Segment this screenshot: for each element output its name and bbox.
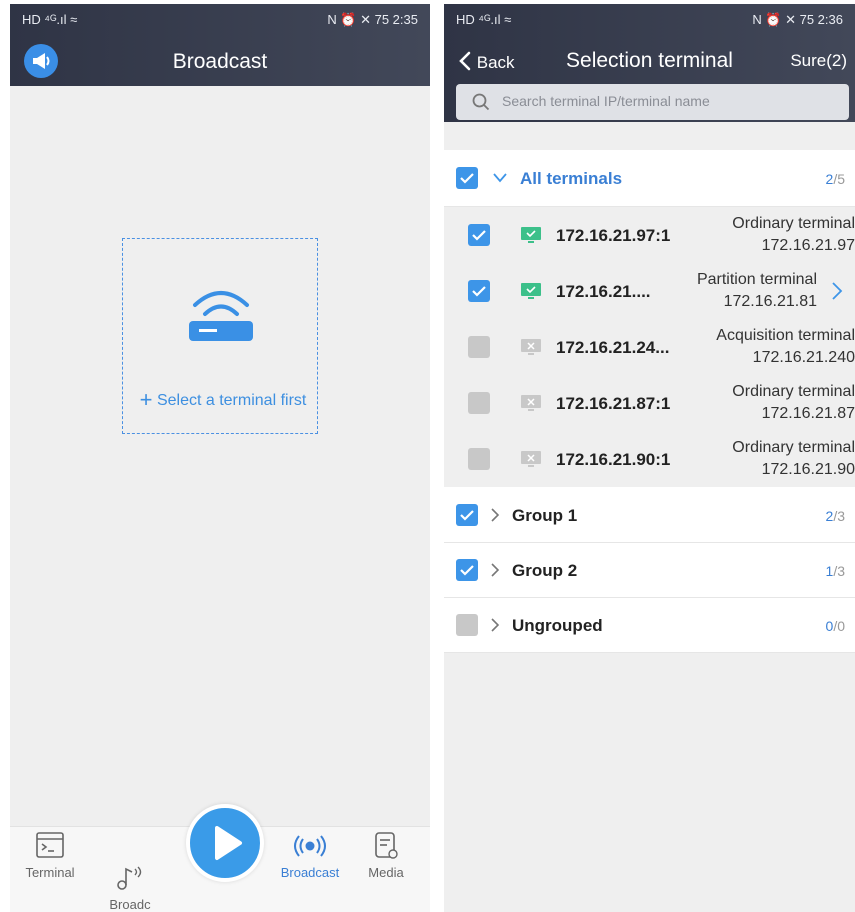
search-icon [472,93,490,111]
selection-terminal-screen: HD ⁴ᴳ.ıl ≈ N ⏰ ✕ 75 2:36 Back Selection … [444,4,855,912]
monitor-offline-icon [521,339,541,355]
terminal-type: Ordinary terminal 172.16.21.87 [732,383,855,422]
group-count: 0/0 [825,618,845,634]
terminal-row[interactable]: 172.16.21.... Partition terminal 172.16.… [444,263,855,319]
terminal-ip: 172.16.21.... [556,282,651,301]
terminal-ip: 172.16.21.97:1 [556,226,671,245]
check-icon [460,173,474,184]
chevron-right-icon [491,618,500,632]
chevron-right-icon[interactable] [831,281,843,301]
broadcast-screen: HD ⁴ᴳ.ıl ≈ N ⏰ ✕ 75 2:35 Broadcast + Sel… [10,4,430,912]
chevron-right-icon [491,563,500,577]
search-placeholder: Search terminal IP/terminal name [502,93,710,109]
checkbox-checked[interactable] [456,167,478,189]
terminal-type: Acquisition terminal 172.16.21.240 [716,327,855,366]
monitor-offline-icon [521,395,541,411]
monitor-online-icon [521,283,541,299]
terminal-row[interactable]: 172.16.21.24... Acquisition terminal 172… [444,319,855,375]
header: HD ⁴ᴳ.ıl ≈ N ⏰ ✕ 75 2:35 Broadcast [10,4,430,86]
nav-broadcast[interactable]: Broadcast [278,831,342,881]
check-icon [460,510,474,521]
checkbox-unchecked[interactable] [468,392,490,414]
terminal-type: Ordinary terminal 172.16.21.90 [732,439,855,478]
checkbox-unchecked[interactable] [456,614,478,636]
group-row[interactable]: Group 1 2/3 [444,488,855,543]
play-icon [215,826,242,860]
terminal-ip: 172.16.21.90:1 [556,450,671,469]
terminal-type: Partition terminal 172.16.21.81 [696,271,817,310]
search-input[interactable]: Search terminal IP/terminal name [456,84,849,120]
terminal-ip: 172.16.21.87:1 [556,394,671,413]
nav-terminal[interactable]: Terminal [20,831,80,881]
group-name: Ungrouped [512,616,603,635]
router-icon [189,291,253,341]
monitor-online-icon [521,227,541,243]
media-icon [375,832,398,859]
plus-icon: + [139,387,153,412]
checkbox-checked[interactable] [456,504,478,526]
group-name: Group 2 [512,561,578,580]
terminal-type: Ordinary terminal 172.16.21.97 [732,215,855,254]
chevron-down-icon [493,173,507,183]
page-title: Broadcast [172,50,268,73]
select-terminal-box[interactable]: + Select a terminal first [122,238,318,434]
group-row[interactable]: Group 2 1/3 [444,543,855,598]
check-icon [460,565,474,576]
group-row[interactable]: Ungrouped 0/0 [444,598,855,653]
broadcast-icon [294,835,326,857]
checkbox-checked[interactable] [468,224,490,246]
status-bar: HD ⁴ᴳ.ıl ≈ N ⏰ ✕ 75 2:35 [22,12,418,28]
terminal-row[interactable]: 172.16.21.97:1 Ordinary terminal 172.16.… [444,207,855,263]
terminal-row[interactable]: 172.16.21.90:1 Ordinary terminal 172.16.… [444,431,855,487]
status-bar: HD ⁴ᴳ.ıl ≈ N ⏰ ✕ 75 2:36 [456,12,843,28]
group-count: 1/3 [825,563,845,579]
terminal-row[interactable]: 172.16.21.87:1 Ordinary terminal 172.16.… [444,375,855,431]
status-left: HD ⁴ᴳ.ıl ≈ [456,12,512,27]
music-note-icon [117,866,142,890]
group-name: Group 1 [512,506,578,525]
status-right: N ⏰ ✕ 75 2:36 [752,12,843,27]
status-left: HD ⁴ᴳ.ıl ≈ [22,12,78,27]
check-icon [472,286,486,297]
group-count: 2/5 [825,171,845,187]
checkbox-checked[interactable] [468,280,490,302]
nav-media[interactable]: Media [356,831,416,881]
checkbox-checked[interactable] [456,559,478,581]
sure-button[interactable]: Sure(2) [790,51,847,71]
group-row-all[interactable]: All terminals 2/5 [444,150,855,207]
terminal-icon [36,832,64,858]
nav-broadcasting-room[interactable]: Broadc asting room [100,831,160,912]
terminal-ip: 172.16.21.24... [556,338,670,357]
chevron-right-icon [491,508,500,522]
group-name: All terminals [520,169,623,188]
spacer [444,122,855,150]
check-icon [472,230,486,241]
play-button[interactable] [186,804,264,882]
status-right: N ⏰ ✕ 75 2:35 [327,12,418,27]
checkbox-unchecked[interactable] [468,448,490,470]
group-count: 2/3 [825,508,845,524]
monitor-offline-icon [521,451,541,467]
header: HD ⁴ᴳ.ıl ≈ N ⏰ ✕ 75 2:36 Back Selection … [444,4,855,122]
checkbox-unchecked[interactable] [468,336,490,358]
select-terminal-label[interactable]: + Select a terminal first [123,385,323,412]
empty-area [444,653,855,912]
